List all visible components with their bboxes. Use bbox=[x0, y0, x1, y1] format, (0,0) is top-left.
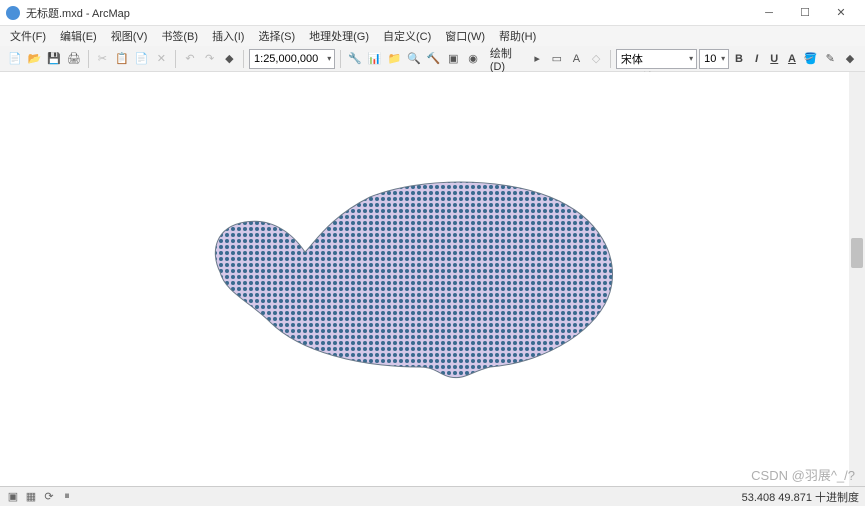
minimize-button[interactable]: ─ bbox=[751, 0, 787, 26]
edit-vertices-button[interactable]: ◇ bbox=[587, 49, 605, 69]
draw-label: 绘制(D) bbox=[486, 45, 526, 73]
new-button[interactable]: 📄 bbox=[6, 49, 24, 69]
print-button[interactable]: 🖨 bbox=[65, 49, 83, 69]
search-button[interactable]: 🔍 bbox=[405, 49, 423, 69]
menu-geoprocessing[interactable]: 地理处理(G) bbox=[303, 26, 375, 46]
menu-select[interactable]: 选择(S) bbox=[252, 26, 301, 46]
menu-file[interactable]: 文件(F) bbox=[4, 26, 52, 46]
titlebar: 无标题.mxd - ArcMap ─ ☐ ✕ bbox=[0, 0, 865, 26]
vertical-scrollbar[interactable] bbox=[849, 72, 865, 486]
polygon-feature bbox=[200, 172, 630, 385]
separator bbox=[610, 50, 611, 68]
menu-insert[interactable]: 插入(I) bbox=[206, 26, 250, 46]
open-button[interactable]: 📂 bbox=[26, 49, 44, 69]
menu-help[interactable]: 帮助(H) bbox=[493, 26, 542, 46]
add-data-button[interactable]: ◆ bbox=[220, 49, 238, 69]
save-button[interactable]: 💾 bbox=[45, 49, 63, 69]
menu-bookmark[interactable]: 书签(B) bbox=[155, 26, 204, 46]
python-button[interactable]: ▣ bbox=[444, 49, 462, 69]
bold-button[interactable]: B bbox=[731, 50, 747, 68]
model-builder-button[interactable]: ◉ bbox=[464, 49, 482, 69]
scrollbar-thumb[interactable] bbox=[851, 238, 863, 268]
status-view-buttons: ▣ ▦ ⟳ ⏸ bbox=[6, 490, 74, 504]
maximize-button[interactable]: ☐ bbox=[787, 0, 823, 26]
separator bbox=[88, 50, 89, 68]
separator bbox=[175, 50, 176, 68]
fill-color-button[interactable]: 🪣 bbox=[802, 49, 820, 69]
menu-window[interactable]: 窗口(W) bbox=[439, 26, 491, 46]
font-size-dropdown[interactable]: 10 bbox=[699, 49, 729, 69]
rectangle-button[interactable]: ▭ bbox=[548, 49, 566, 69]
data-view-button[interactable]: ▣ bbox=[6, 490, 20, 504]
delete-button[interactable]: ✕ bbox=[153, 49, 171, 69]
toolbar-standard: 📄 📂 💾 🖨 ✂ 📋 📄 ✕ ↶ ↷ ◆ 1:25,000,000 🔧 📊 📁… bbox=[0, 46, 865, 72]
statusbar: ▣ ▦ ⟳ ⏸ 53.408 49.871 十进制度 bbox=[0, 486, 865, 506]
font-value: 宋体 bbox=[621, 51, 643, 67]
text-button[interactable]: A bbox=[568, 49, 586, 69]
menu-view[interactable]: 视图(V) bbox=[105, 26, 154, 46]
close-button[interactable]: ✕ bbox=[823, 0, 859, 26]
toc-button[interactable]: 📊 bbox=[366, 49, 384, 69]
arctoolbox-button[interactable]: 🔨 bbox=[425, 49, 443, 69]
separator bbox=[243, 50, 244, 68]
copy-button[interactable]: 📋 bbox=[113, 49, 131, 69]
cut-button[interactable]: ✂ bbox=[94, 49, 112, 69]
scale-dropdown[interactable]: 1:25,000,000 bbox=[249, 49, 335, 69]
pointer-button[interactable]: ▸ bbox=[528, 49, 546, 69]
refresh-button[interactable]: ⟳ bbox=[42, 490, 56, 504]
italic-button[interactable]: I bbox=[749, 50, 765, 68]
font-color-button[interactable]: A bbox=[784, 50, 800, 68]
catalog-button[interactable]: 📁 bbox=[385, 49, 403, 69]
paste-button[interactable]: 📄 bbox=[133, 49, 151, 69]
undo-button[interactable]: ↶ bbox=[181, 49, 199, 69]
underline-button[interactable]: U bbox=[766, 50, 782, 68]
scale-value: 1:25,000,000 bbox=[254, 53, 318, 65]
map-canvas[interactable] bbox=[0, 72, 849, 486]
separator bbox=[340, 50, 341, 68]
menu-customize[interactable]: 自定义(C) bbox=[377, 26, 437, 46]
font-dropdown[interactable]: 宋体 bbox=[616, 49, 697, 69]
marker-color-button[interactable]: ◆ bbox=[841, 49, 859, 69]
line-color-button[interactable]: ✎ bbox=[821, 49, 839, 69]
app-icon bbox=[6, 6, 20, 20]
pause-button[interactable]: ⏸ bbox=[60, 490, 74, 504]
window-title: 无标题.mxd - ArcMap bbox=[26, 5, 751, 21]
watermark: CSDN @羽展^_/? bbox=[751, 465, 855, 484]
window-controls: ─ ☐ ✕ bbox=[751, 0, 859, 26]
layout-view-button[interactable]: ▦ bbox=[24, 490, 38, 504]
menubar: 文件(F) 编辑(E) 视图(V) 书签(B) 插入(I) 选择(S) 地理处理… bbox=[0, 26, 865, 46]
font-size-value: 10 bbox=[704, 53, 716, 65]
redo-button[interactable]: ↷ bbox=[201, 49, 219, 69]
editor-toolbar-button[interactable]: 🔧 bbox=[346, 49, 364, 69]
coordinates: 53.408 49.871 十进制度 bbox=[742, 489, 859, 505]
menu-edit[interactable]: 编辑(E) bbox=[54, 26, 103, 46]
